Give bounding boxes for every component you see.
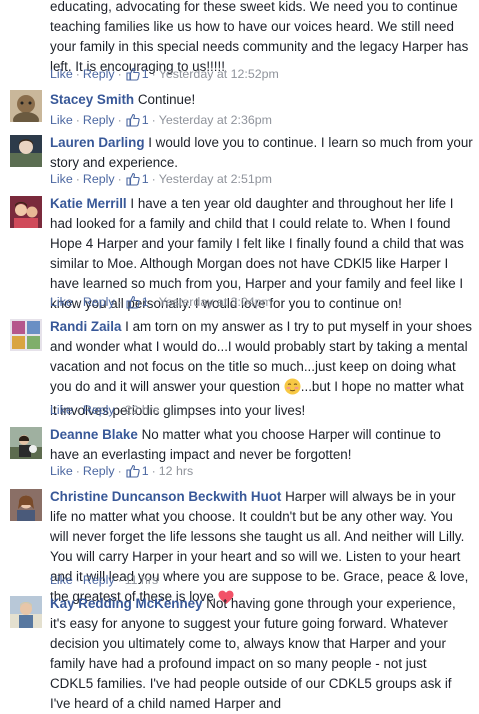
avatar[interactable] bbox=[10, 135, 42, 167]
comment-text: Continue! bbox=[137, 92, 196, 107]
like-count[interactable]: 1 bbox=[142, 172, 149, 186]
comment-actions: Like · Reply · 1 · Yesterday at 3:04pm bbox=[50, 292, 272, 312]
reply-link[interactable]: Reply bbox=[83, 403, 115, 417]
comment-actions: Like · Reply · 11 hrs bbox=[50, 573, 159, 587]
avatar[interactable] bbox=[10, 489, 42, 521]
comment-actions: Like · Reply · 1 · 12 hrs bbox=[50, 461, 193, 481]
thumbs-up-icon[interactable] bbox=[126, 67, 140, 87]
avatar[interactable] bbox=[10, 196, 42, 228]
like-link[interactable]: Like bbox=[50, 295, 73, 309]
thumbs-up-icon[interactable] bbox=[126, 295, 140, 315]
avatar[interactable] bbox=[10, 596, 42, 628]
comment-author[interactable]: Stacey Smith bbox=[50, 92, 134, 107]
like-count[interactable]: 1 bbox=[142, 295, 149, 309]
comment-author[interactable]: Christine Duncanson Beckwith Huot bbox=[50, 489, 281, 504]
comment-body: Christine Duncanson Beckwith Huot Harper… bbox=[50, 487, 473, 611]
reply-link[interactable]: Reply bbox=[83, 113, 115, 127]
comment-author[interactable]: Deanne Blake bbox=[50, 427, 138, 442]
reply-link[interactable]: Reply bbox=[83, 573, 115, 587]
like-count[interactable]: 1 bbox=[142, 113, 149, 127]
thumbs-up-icon[interactable] bbox=[126, 172, 140, 192]
comment-author[interactable]: Katie Merrill bbox=[50, 196, 127, 211]
comment-body: Kay Redding McKenney Not having gone thr… bbox=[50, 594, 473, 714]
comment-author[interactable]: Randi Zaila bbox=[50, 319, 121, 334]
like-link[interactable]: Like bbox=[50, 464, 73, 478]
comment-actions: Like · Reply · 1 · Yesterday at 2:36pm bbox=[50, 110, 272, 130]
avatar[interactable] bbox=[10, 90, 42, 122]
comment-actions: Like · Reply · 1 · Yesterday at 2:51pm bbox=[50, 169, 272, 189]
comment-author[interactable]: Kay Redding McKenney bbox=[50, 596, 203, 611]
like-count[interactable]: 1 bbox=[142, 67, 149, 81]
comment-body: Lauren Darling I would love you to conti… bbox=[50, 133, 473, 173]
timestamp[interactable]: Yesterday at 12:52pm bbox=[159, 67, 279, 81]
reply-link[interactable]: Reply bbox=[83, 172, 115, 186]
like-link[interactable]: Like bbox=[50, 172, 73, 186]
timestamp[interactable]: 12 hrs bbox=[159, 464, 193, 478]
avatar[interactable] bbox=[10, 427, 42, 459]
like-link[interactable]: Like bbox=[50, 573, 73, 587]
like-link[interactable]: Like bbox=[50, 67, 73, 81]
reply-link[interactable]: Reply bbox=[83, 464, 115, 478]
comment-text: educating, advocating for these sweet ki… bbox=[50, 0, 469, 74]
timestamp[interactable]: Yesterday at 3:04pm bbox=[159, 295, 272, 309]
timestamp[interactable]: Yesterday at 2:51pm bbox=[159, 172, 272, 186]
blushing-face-emoji bbox=[284, 378, 301, 401]
comment-author[interactable]: Lauren Darling bbox=[50, 135, 145, 150]
like-link[interactable]: Like bbox=[50, 403, 73, 417]
thumbs-up-icon[interactable] bbox=[126, 113, 140, 133]
like-link[interactable]: Like bbox=[50, 113, 73, 127]
timestamp[interactable]: 22 hrs bbox=[125, 403, 159, 417]
comment-actions: Like · Reply · 1 · Yesterday at 12:52pm bbox=[50, 64, 279, 84]
comment-body: Stacey Smith Continue! bbox=[50, 90, 473, 110]
avatar[interactable] bbox=[10, 319, 42, 351]
timestamp[interactable]: Yesterday at 2:36pm bbox=[159, 113, 272, 127]
comment-actions: Like · Reply · 22 hrs bbox=[50, 403, 160, 417]
reply-link[interactable]: Reply bbox=[83, 295, 115, 309]
reply-link[interactable]: Reply bbox=[83, 67, 115, 81]
comment-body: Deanne Blake No matter what you choose H… bbox=[50, 425, 473, 465]
comment-text: Not having gone through your experience,… bbox=[50, 596, 456, 711]
like-count[interactable]: 1 bbox=[142, 464, 149, 478]
thumbs-up-icon[interactable] bbox=[126, 464, 140, 484]
timestamp[interactable]: 11 hrs bbox=[125, 573, 159, 587]
